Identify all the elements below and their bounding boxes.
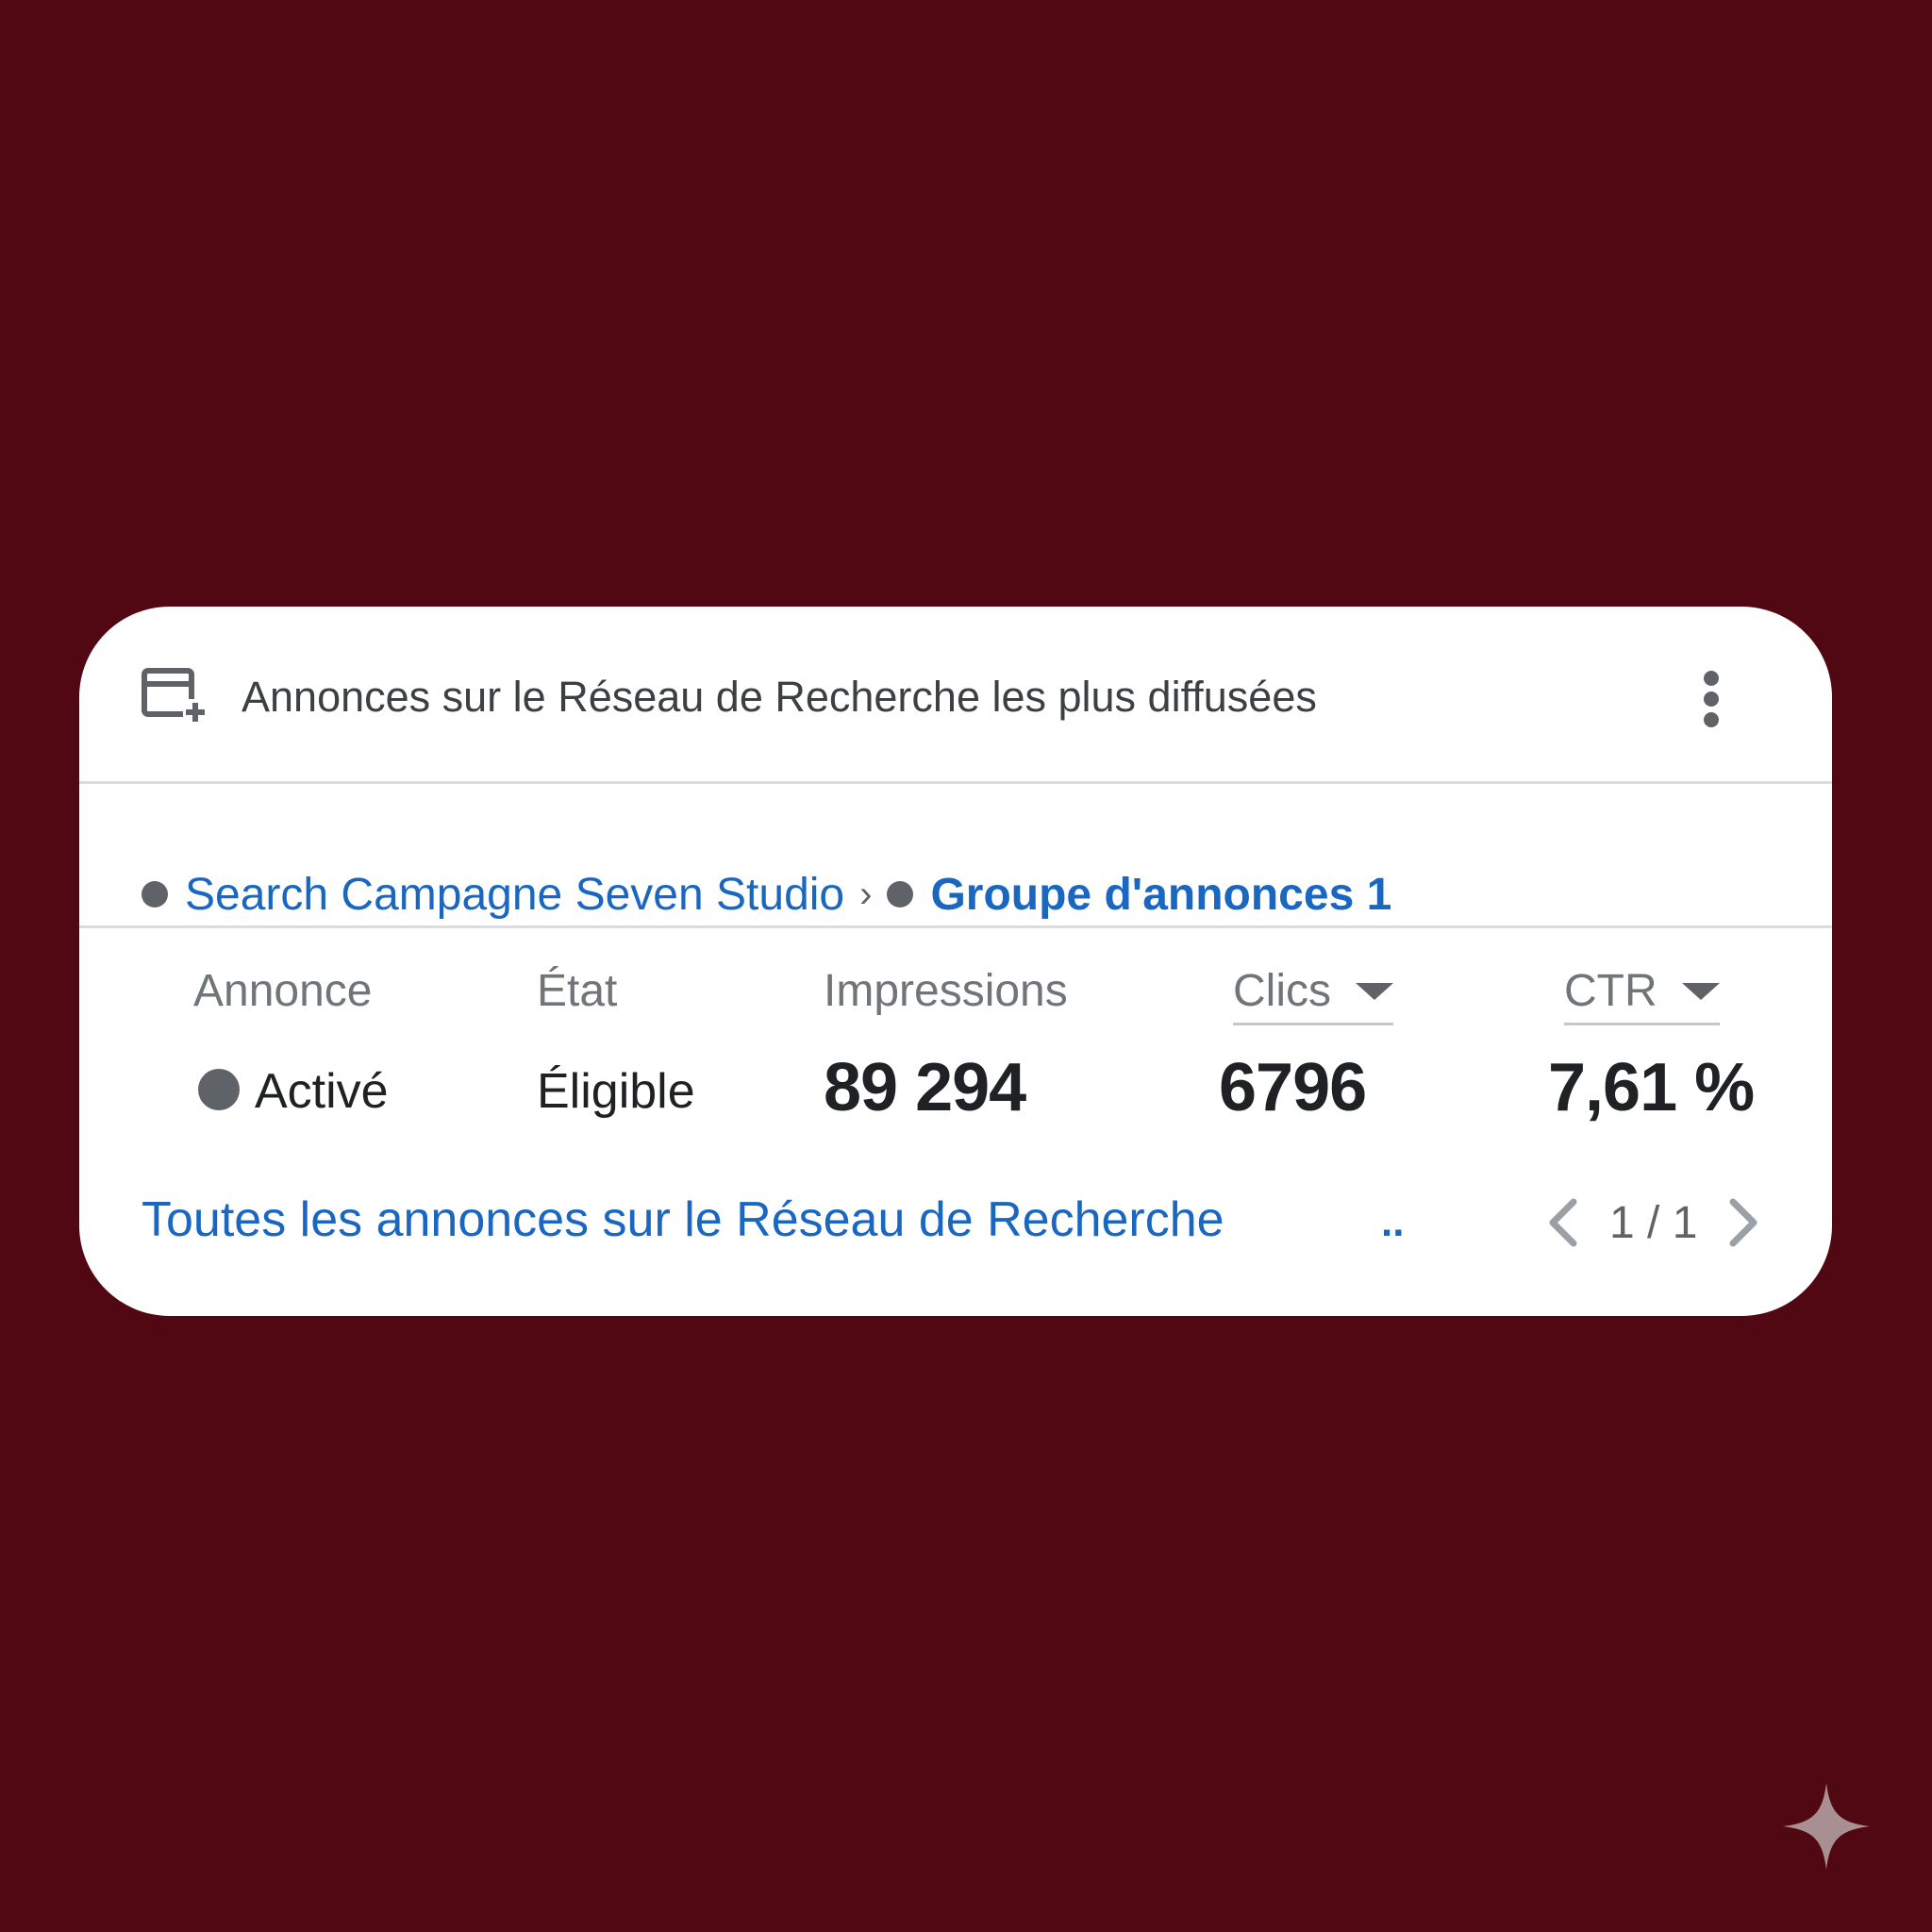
more-vert-icon (1704, 671, 1719, 686)
overflow-indicator: .. (1381, 1199, 1405, 1245)
row-ad-status: Activé (255, 1064, 389, 1119)
row-clicks: 6796 (1219, 1050, 1367, 1125)
ad-group-status-dot (887, 881, 914, 908)
pagination: 1 / 1 (1541, 1190, 1765, 1256)
row-eligibility: Éligible (537, 1064, 695, 1119)
breadcrumb-campaign-link[interactable]: Search Campagne Seven Studio (185, 869, 844, 921)
divider (79, 925, 1832, 928)
column-header-ad: Annonce (193, 966, 373, 1016)
page-indicator: 1 / 1 (1609, 1197, 1698, 1248)
column-header-clicks-label: Clics (1233, 966, 1331, 1016)
column-header-clicks[interactable]: Clics (1233, 965, 1393, 1025)
sparkle-icon (1783, 1783, 1870, 1870)
row-impressions: 89 294 (824, 1050, 1026, 1125)
more-vert-icon-dot (1704, 691, 1719, 707)
all-search-ads-link[interactable]: Toutes les annonces sur le Réseau de Rec… (142, 1191, 1224, 1248)
more-vert-icon-dot (1704, 712, 1719, 727)
top-ads-card: Annonces sur le Réseau de Recherche les … (79, 607, 1832, 1316)
sort-down-icon (1681, 982, 1720, 1000)
more-options-button[interactable] (1683, 663, 1740, 735)
column-header-ctr-label: CTR (1564, 966, 1657, 1016)
breadcrumb: Search Campagne Seven Studio › Groupe d'… (142, 861, 1391, 927)
column-header-status: État (537, 966, 618, 1016)
row-ctr: 7,61 % (1548, 1050, 1755, 1125)
breadcrumb-ad-group-link[interactable]: Groupe d'annonces 1 (930, 869, 1391, 921)
column-header-ctr[interactable]: CTR (1564, 965, 1720, 1025)
ad-add-icon (142, 668, 208, 724)
sort-down-icon (1356, 982, 1393, 1000)
campaign-status-dot (142, 881, 168, 908)
card-title: Annonces sur le Réseau de Recherche les … (242, 673, 1317, 721)
column-header-impressions: Impressions (824, 966, 1068, 1016)
breadcrumb-separator: › (859, 873, 873, 915)
chevron-left-icon[interactable] (1541, 1194, 1585, 1251)
ad-status-dot (198, 1069, 240, 1110)
chevron-right-icon[interactable] (1722, 1194, 1765, 1251)
card-header: Annonces sur le Réseau de Recherche les … (79, 607, 1832, 784)
